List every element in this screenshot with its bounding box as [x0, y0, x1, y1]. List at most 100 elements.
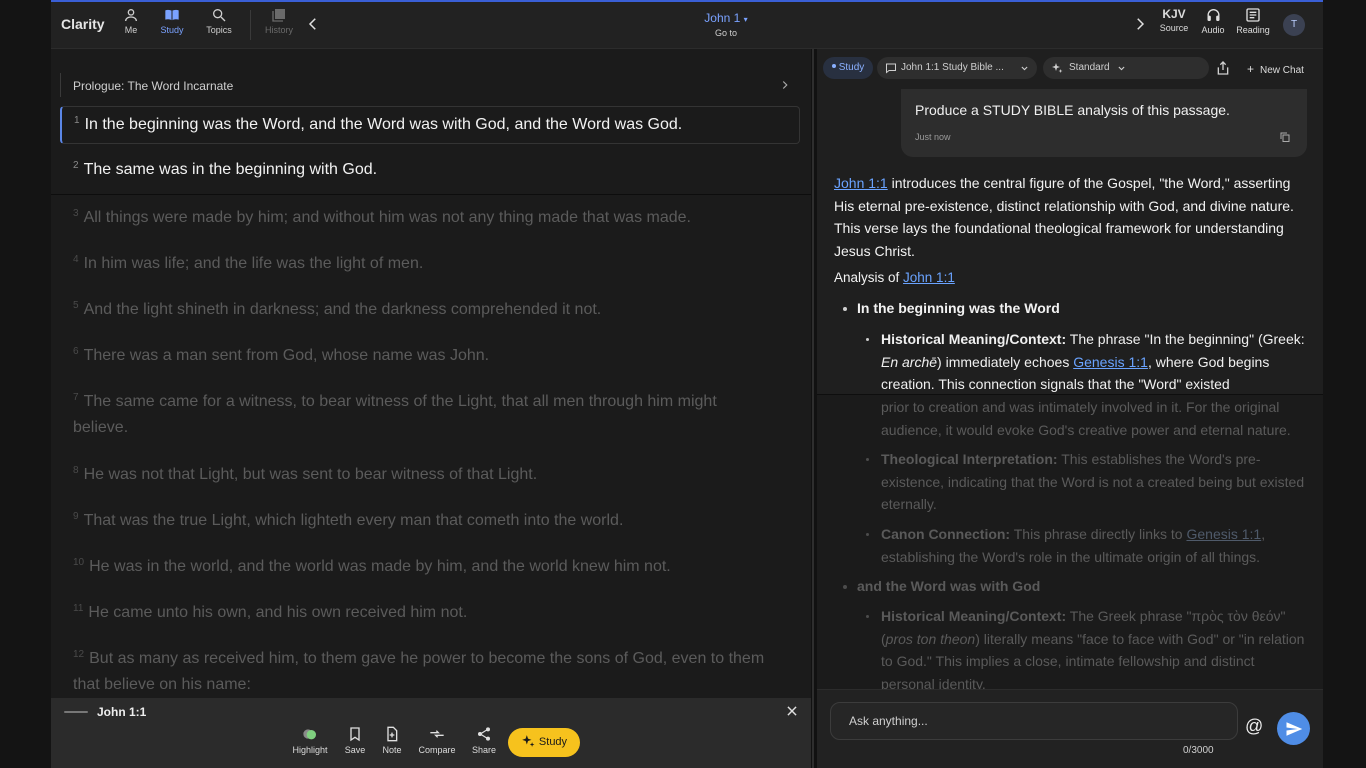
- reading-label: Reading: [1236, 25, 1270, 35]
- plus-icon: +: [1247, 62, 1255, 76]
- section-heading-text: Prologue: The Word Incarnate: [73, 79, 234, 93]
- verse-number: 5: [73, 300, 79, 311]
- nav-study[interactable]: Study: [147, 7, 197, 35]
- mode-chip[interactable]: Study: [823, 57, 873, 79]
- dimmed-answer-region: prior to creation and was intimately inv…: [817, 394, 1323, 689]
- user-message-bubble: Produce a STUDY BIBLE analysis of this p…: [901, 89, 1307, 157]
- reading-button[interactable]: Reading: [1231, 7, 1275, 35]
- verse-7[interactable]: 7 The same came for a witness, to bear wi…: [73, 389, 773, 441]
- ask-input[interactable]: [830, 702, 1238, 740]
- canon-text-a: This phrase directly links to: [1010, 526, 1187, 542]
- verse-text: And the light shineth in darkness; and t…: [83, 301, 602, 318]
- chevron-left-icon[interactable]: [304, 15, 322, 33]
- nav-topics[interactable]: Topics: [194, 7, 244, 35]
- verse-text: All things were made by him; and without…: [83, 209, 691, 226]
- nav-study-label: Study: [160, 25, 184, 35]
- search-icon: [213, 9, 226, 22]
- historical-label-2: Historical Meaning/Context:: [881, 608, 1067, 624]
- verse-6[interactable]: 6 There was a man sent from God, whose na…: [73, 343, 773, 369]
- analysis-prefix: Analysis of: [834, 270, 904, 285]
- chat-input-bar: @ 0/3000: [817, 689, 1323, 768]
- verse-number: 7: [73, 392, 79, 403]
- greek-transliteration: pros ton theon: [885, 630, 976, 647]
- close-icon[interactable]: [785, 704, 799, 718]
- new-chat-button[interactable]: + New Chat: [1247, 62, 1304, 76]
- brand-logo[interactable]: Clarity: [61, 16, 105, 32]
- send-button[interactable]: [1277, 712, 1310, 745]
- section-heading[interactable]: Prologue: The Word Incarnate: [60, 73, 792, 97]
- source-value: KJV: [1162, 7, 1186, 21]
- source-button[interactable]: KJV Source: [1152, 7, 1196, 33]
- verse-2[interactable]: 2 The same was in the beginning with God.: [73, 157, 773, 183]
- conversation-selector[interactable]: John 1:1 Study Bible ...: [877, 57, 1037, 79]
- conversation-title: John 1:1 Study Bible ...: [901, 62, 1004, 73]
- nav-history-label: History: [264, 25, 293, 35]
- verse-text: But as many as received him, to them gav…: [73, 650, 765, 693]
- reading-list-icon: [1246, 8, 1260, 22]
- mention-button[interactable]: @: [1245, 716, 1263, 737]
- historical-text-a: The phrase "In the beginning" (Greek:: [1066, 331, 1305, 347]
- share-button[interactable]: Share: [462, 726, 506, 755]
- nav-divider: [250, 10, 251, 40]
- nav-history[interactable]: History: [254, 7, 304, 35]
- compare-button[interactable]: Compare: [415, 726, 459, 755]
- study-button[interactable]: Study: [508, 728, 580, 757]
- audio-button[interactable]: Audio: [1191, 7, 1235, 35]
- analysis-heading: Analysis of John 1:1: [834, 270, 955, 285]
- verse-11[interactable]: 11 He came unto his own, and his own rece…: [73, 600, 773, 626]
- compare-label: Compare: [418, 745, 456, 755]
- nav-topics-label: Topics: [206, 25, 232, 35]
- nav-me-label: Me: [124, 25, 138, 35]
- verse-3[interactable]: 3 All things were made by him; and withou…: [73, 205, 773, 231]
- historical-continued: prior to creation and was intimately inv…: [881, 399, 1291, 438]
- chat-toolbar: Study John 1:1 Study Bible ... Standard …: [817, 49, 1323, 89]
- book-open-icon: [165, 9, 179, 21]
- response-style-selector[interactable]: Standard: [1043, 57, 1209, 79]
- point-heading-2: and the Word was with God: [842, 578, 1041, 594]
- verse-text: He was in the world, and the world was m…: [89, 558, 671, 575]
- chevron-right-icon[interactable]: [1131, 15, 1149, 33]
- verse-number: 2: [73, 160, 79, 171]
- reader-pane: Prologue: The Word Incarnate 1 In the beg…: [51, 49, 811, 698]
- canon-genesis-link[interactable]: Genesis 1:1: [1186, 526, 1261, 542]
- new-chat-label: New Chat: [1260, 65, 1304, 76]
- theological-point: Theological Interpretation: This establi…: [866, 448, 1307, 516]
- highlight-label: Highlight: [292, 745, 328, 755]
- verse-5[interactable]: 5 And the light shineth in darkness; and …: [73, 297, 773, 323]
- library-icon: [272, 9, 285, 22]
- audio-label: Audio: [1201, 25, 1225, 35]
- dot-icon: [831, 64, 836, 68]
- verse-text: There was a man sent from God, whose nam…: [83, 347, 490, 364]
- chat-bubble-icon: [886, 63, 896, 74]
- export-icon[interactable]: [1215, 60, 1231, 76]
- canon-label: Canon Connection:: [881, 526, 1011, 542]
- compare-arrows-icon: [430, 730, 444, 738]
- verse-number: 1: [74, 115, 80, 126]
- verse-4[interactable]: 4 In him was life; and the life was the l…: [73, 251, 773, 277]
- verse-1[interactable]: 1 In the beginning was the Word, and the …: [60, 106, 800, 144]
- historical-context-point-2: Historical Meaning/Context: The Greek ph…: [866, 605, 1307, 689]
- intro-text: introduces the central figure of the Gos…: [834, 175, 1294, 259]
- copy-icon[interactable]: [1279, 131, 1291, 143]
- verse-9[interactable]: 9 That was the true Light, which lighteth…: [73, 508, 773, 534]
- genesis-link[interactable]: Genesis 1:1: [1073, 354, 1148, 370]
- note-button[interactable]: Note: [370, 726, 414, 755]
- highlight-button[interactable]: Highlight: [288, 726, 332, 755]
- verse-10[interactable]: 10 He was in the world, and the world was…: [73, 554, 773, 580]
- verse-number: 11: [73, 603, 84, 614]
- drag-handle[interactable]: [64, 711, 88, 713]
- avatar[interactable]: T: [1283, 14, 1305, 36]
- passage-selector[interactable]: John 1 ▾ Go to: [651, 11, 801, 38]
- analysis-john-link[interactable]: John 1:1: [903, 270, 955, 285]
- verse-8[interactable]: 8 He was not that Light, but was sent to …: [73, 462, 773, 488]
- verse-text: The same came for a witness, to bear wit…: [73, 393, 717, 436]
- app-window: Clarity Me Study Topics History John 1 ▾…: [51, 0, 1323, 768]
- dimmed-verses: 3 All things were made by him; and withou…: [51, 194, 811, 698]
- historical-label: Historical Meaning/Context:: [881, 331, 1067, 347]
- verse-text: He came unto his own, and his own receiv…: [88, 604, 468, 621]
- verse-12[interactable]: 12 But as many as received him, to them g…: [73, 646, 773, 698]
- theological-label: Theological Interpretation:: [881, 451, 1058, 467]
- verse-number: 4: [73, 254, 79, 265]
- chevron-down-icon: [1021, 66, 1028, 71]
- john-1-1-link[interactable]: John 1:1: [834, 175, 888, 191]
